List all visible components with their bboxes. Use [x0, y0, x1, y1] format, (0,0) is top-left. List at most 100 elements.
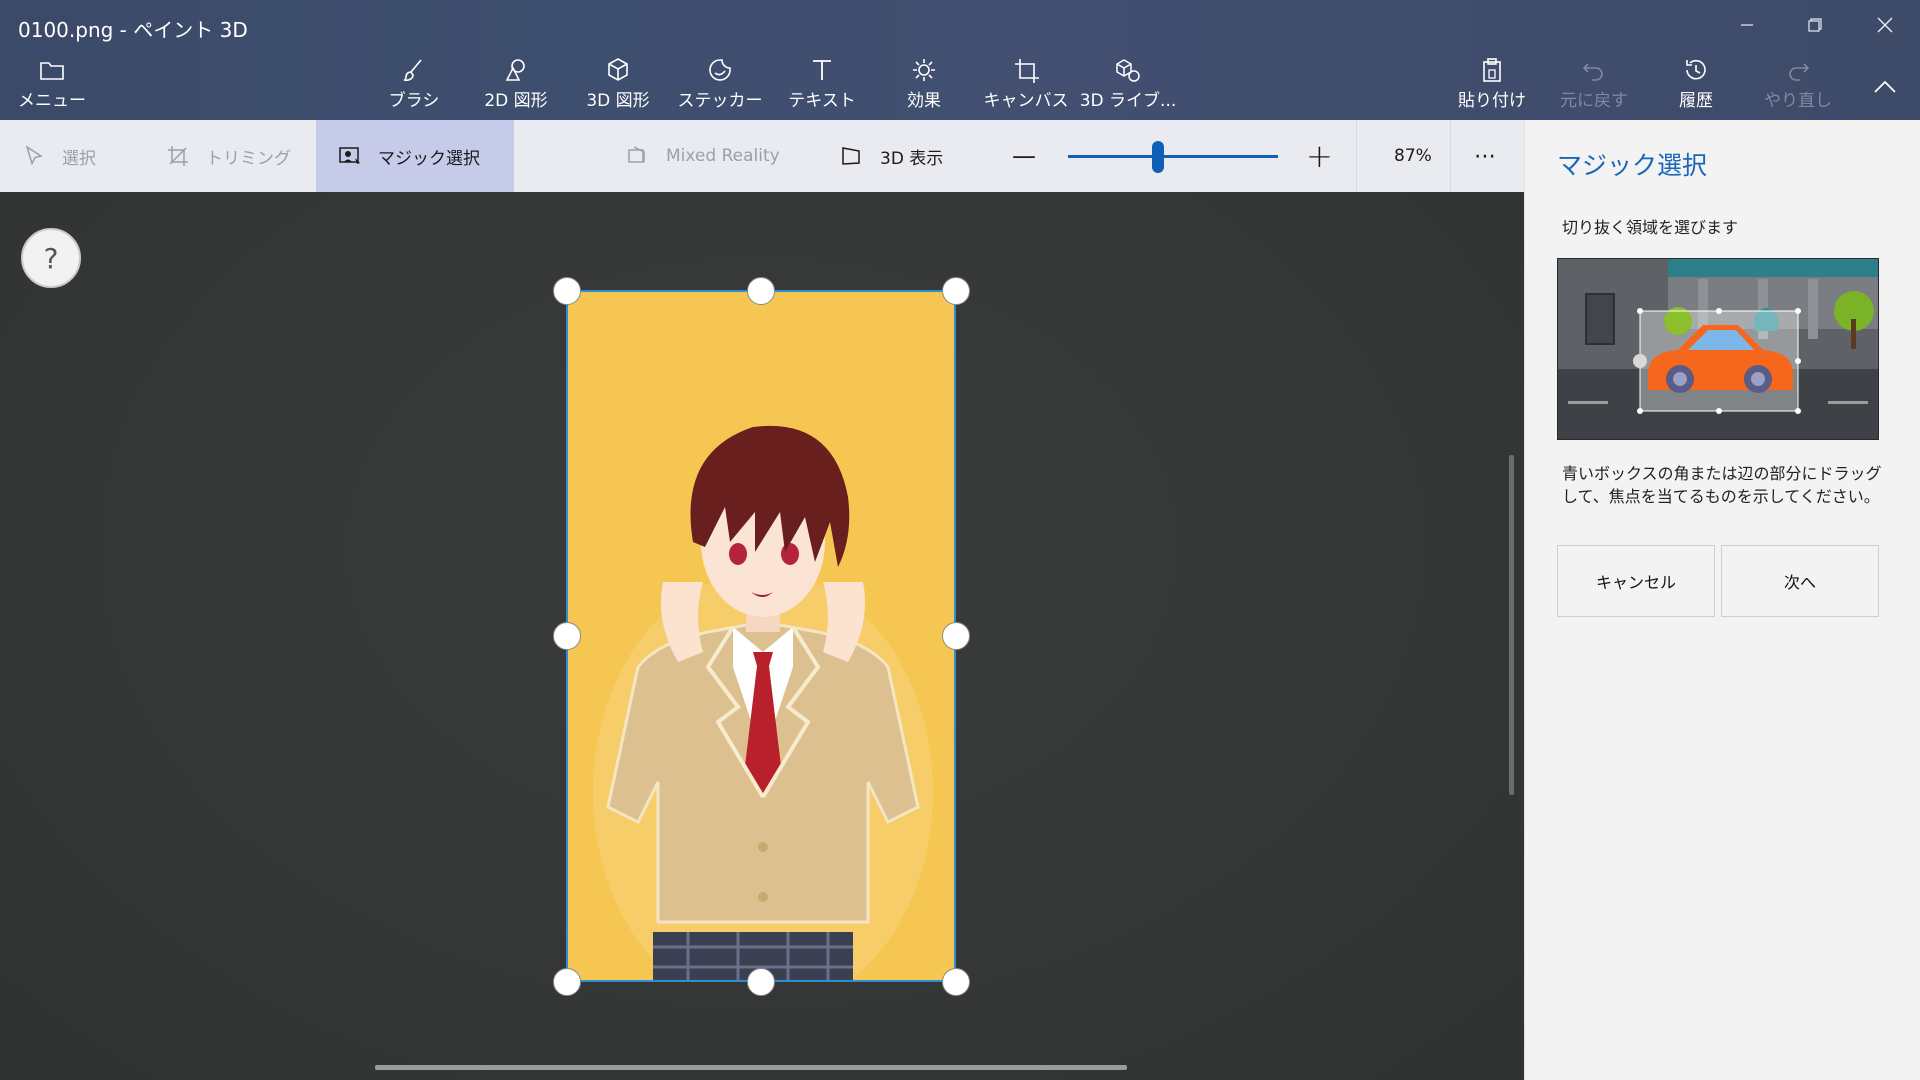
undo-icon [1582, 63, 1603, 81]
restore-button[interactable] [1792, 10, 1838, 40]
question-icon: ? [43, 241, 59, 275]
view-3d-toggle[interactable]: 3D 表示 [840, 120, 970, 192]
ribbon-2d-shapes[interactable]: 2D 図形 [480, 56, 552, 116]
ribbon-label: 3D 図形 [586, 91, 650, 111]
resize-handle-bottom[interactable] [747, 968, 775, 996]
ribbon-brushes[interactable]: ブラシ [386, 56, 442, 116]
ribbon-label: 2D 図形 [484, 91, 548, 111]
zoom-slider-thumb[interactable] [1152, 141, 1165, 173]
magic-select-label: マジック選択 [378, 148, 480, 169]
mixed-reality-button[interactable]: Mixed Reality [626, 120, 796, 192]
plus-icon: + [1306, 137, 1333, 175]
magic-select-icon [339, 147, 360, 164]
vertical-scrollbar[interactable] [1509, 455, 1514, 795]
select-label: 選択 [62, 148, 96, 169]
redo-label: やり直し [1764, 91, 1832, 111]
mixed-reality-label: Mixed Reality [666, 146, 780, 166]
paste-button[interactable]: 貼り付け [1458, 56, 1526, 116]
resize-handle-top-left[interactable] [553, 277, 581, 305]
cancel-label: キャンセル [1595, 573, 1676, 592]
minimize-icon [1741, 24, 1753, 26]
character-image [593, 425, 933, 980]
undo-button[interactable]: 元に戻す [1560, 56, 1628, 116]
text-icon [813, 60, 831, 80]
effects-icon [913, 59, 935, 81]
ribbon-canvas[interactable]: キャンバス [984, 56, 1069, 116]
redo-icon [1789, 63, 1810, 81]
crop-icon [168, 146, 188, 166]
next-label: 次へ [1783, 573, 1816, 592]
more-options-button[interactable]: ⋯ [1474, 120, 1514, 192]
menu-label: メニュー [18, 91, 86, 111]
zoom-slider-track[interactable] [1068, 155, 1278, 158]
clipboard-icon [1483, 58, 1501, 82]
ribbon-label: テキスト [788, 91, 856, 111]
ribbon-stickers[interactable]: ステッカー [678, 56, 763, 116]
canvas-icon [1015, 59, 1039, 83]
resize-handle-left[interactable] [553, 622, 581, 650]
view-3d-icon [842, 147, 860, 165]
resize-handle-top[interactable] [747, 277, 775, 305]
history-button[interactable]: 履歴 [1666, 56, 1726, 116]
zoom-level-value: 87% [1394, 146, 1432, 166]
ribbon-label: キャンバス [983, 91, 1069, 111]
view-3d-label: 3D 表示 [880, 148, 944, 169]
image-canvas[interactable] [566, 290, 956, 982]
title-ribbon-bar: 0100.png - ペイント 3D メニュー ブラシ 2D 図形 3D 図形 … [0, 0, 1920, 120]
folder-icon [40, 62, 64, 80]
magic-select-panel: マジック選択 切り抜く領域を選びます 青いボックスの角または辺の部分にドラッグし… [1524, 120, 1920, 1080]
help-button[interactable]: ? [21, 228, 81, 288]
ribbon-text[interactable]: テキスト [788, 56, 856, 116]
history-label: 履歴 [1679, 91, 1713, 111]
menu-button[interactable]: メニュー [18, 56, 86, 116]
ribbon-3d-shapes[interactable]: 3D 図形 [582, 56, 654, 116]
zoom-out-button[interactable]: — [1012, 120, 1052, 192]
resize-handle-bottom-left[interactable] [553, 968, 581, 996]
magic-select-tool[interactable]: マジック選択 [316, 120, 514, 192]
undo-label: 元に戻す [1560, 91, 1628, 111]
panel-description: 青いボックスの角または辺の部分にドラッグして、焦点を当てるものを示してください。 [1562, 464, 1882, 506]
ribbon-label: 3D ライブ... [1079, 91, 1177, 111]
resize-handle-bottom-right[interactable] [942, 968, 970, 996]
crop-tool[interactable]: トリミング [166, 120, 306, 192]
zoom-level[interactable]: 87% [1394, 120, 1466, 192]
panel-title: マジック選択 [1557, 151, 1708, 180]
close-button[interactable] [1862, 10, 1908, 40]
ribbon-effects[interactable]: 効果 [900, 56, 948, 116]
cursor-icon [25, 145, 43, 166]
street-car-illustration [1558, 259, 1878, 439]
tool-options-bar: 選択 トリミング マジック選択 Mixed Reality 3D 表示 — + … [0, 120, 1524, 192]
minimize-button[interactable] [1724, 10, 1770, 40]
window-title: 0100.png - ペイント 3D [18, 18, 248, 42]
restore-icon [1808, 18, 1822, 32]
more-icon: ⋯ [1474, 143, 1496, 169]
resize-handle-right[interactable] [942, 622, 970, 650]
horizontal-scrollbar[interactable] [375, 1065, 1127, 1070]
history-icon [1686, 59, 1706, 80]
sticker-icon [709, 59, 731, 81]
3d-shapes-icon [608, 58, 628, 81]
toolbar-divider [1356, 120, 1357, 192]
tutorial-preview-image [1557, 258, 1879, 440]
ribbon-label: ブラシ [388, 91, 440, 111]
ribbon-label: 効果 [907, 91, 941, 111]
zoom-in-button[interactable]: + [1306, 120, 1346, 192]
2d-shapes-icon [505, 59, 525, 81]
next-button[interactable]: 次へ [1721, 545, 1879, 617]
ribbon-3d-library[interactable]: 3D ライブ... [1080, 56, 1176, 116]
close-icon [1877, 17, 1893, 33]
redo-button[interactable]: やり直し [1764, 56, 1832, 116]
crop-label: トリミング [206, 148, 291, 169]
mixed-reality-icon [628, 146, 645, 163]
3d-library-icon [1116, 59, 1140, 82]
cancel-button[interactable]: キャンセル [1557, 545, 1715, 617]
chevron-up-icon [1874, 80, 1896, 93]
resize-handle-top-right[interactable] [942, 277, 970, 305]
minus-icon: — [1012, 142, 1036, 170]
panel-subtitle: 切り抜く領域を選びます [1562, 218, 1739, 237]
brush-icon [403, 59, 422, 82]
toolbar-divider [1450, 120, 1451, 192]
ribbon-label: ステッカー [677, 91, 763, 111]
select-tool[interactable]: 選択 [22, 120, 132, 192]
paste-label: 貼り付け [1458, 91, 1526, 111]
